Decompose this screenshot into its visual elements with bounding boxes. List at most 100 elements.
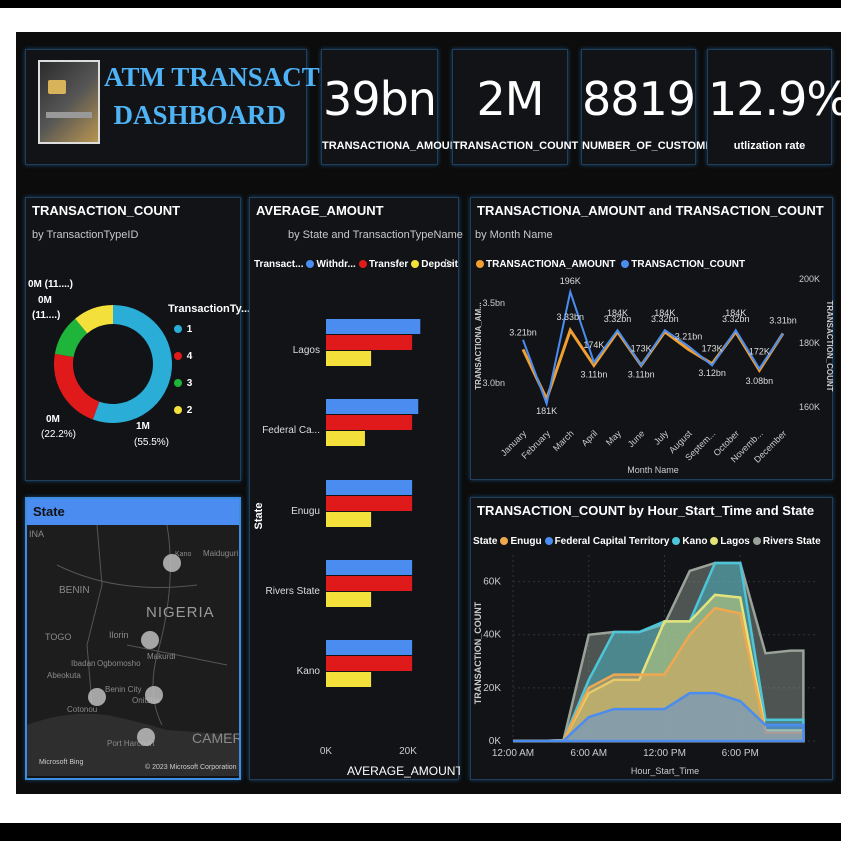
map-place-label: Cotonou: [67, 705, 97, 714]
line-count-data-label: 174K: [583, 340, 604, 350]
area-x-label: Hour_Start_Time: [631, 766, 699, 776]
donut-legend-title: TransactionTy...: [168, 303, 251, 315]
line-count-data-label: 172K: [749, 347, 770, 357]
line-amount-data-label: 3.31bn: [769, 315, 797, 325]
bar-enugu-2[interactable]: [326, 512, 372, 527]
line-amount-data-label: 3.08bn: [746, 376, 774, 386]
line-x-tick: June: [626, 428, 647, 449]
bar-lagos-0[interactable]: [326, 319, 421, 334]
donut-chart-panel[interactable]: TRANSACTION_COUNT by TransactionTypeID 0…: [25, 197, 250, 481]
donut-legend-label: 1: [184, 324, 193, 335]
map-title: State: [33, 504, 65, 519]
map-view[interactable]: INA BENIN TOGO Ilorin Ibadan Ogbomosho Abeokut…: [27, 525, 239, 776]
donut-label-bottom-right-a: 1M: [136, 421, 150, 432]
map-attribution-right: © 2023 Microsoft Corporation: [145, 763, 237, 771]
bar-federal-ca--0[interactable]: [326, 399, 419, 414]
bar-category-label: Lagos: [293, 345, 320, 356]
map-place-label: Ilorin: [109, 630, 129, 640]
bar-category-label: Kano: [297, 666, 321, 677]
donut-legend-item[interactable]: 1: [171, 324, 192, 351]
bar-rivers-state-0[interactable]: [326, 560, 413, 575]
kpi-card-count[interactable]: 2M TRANSACTION_COUNT: [452, 49, 579, 165]
kpi-card-amount[interactable]: 39bn TRANSACTIONA_AMOUNT: [321, 49, 465, 165]
map-bubble-lagos: [88, 688, 106, 706]
kpi-value: 39bn: [323, 72, 437, 126]
map-bubble-rivers: [137, 728, 155, 746]
kpi-card-customers[interactable]: 8819 NUMBER_OF_CUSTOMERS: [581, 49, 728, 165]
donut-legend: 1 4 3 2: [171, 324, 192, 432]
bar-rivers-state-2[interactable]: [326, 592, 372, 607]
line-count-data-label: 196K: [560, 276, 581, 286]
bar-federal-ca--1[interactable]: [326, 415, 413, 430]
area-x-tick: 12:00 AM: [492, 748, 534, 759]
line-amount-data-label: 3.21bn: [675, 331, 703, 341]
line-count-data-label: 181K: [536, 406, 557, 416]
bar-kano-1[interactable]: [326, 656, 413, 671]
bar-chart-panel[interactable]: AVERAGE_AMOUNT by State and TransactionT…: [249, 197, 463, 780]
bar-lagos-2[interactable]: [326, 351, 372, 366]
map-place-label: Maiduguri: [203, 549, 238, 558]
legend-dot: [174, 352, 182, 360]
area-y-tick: 20K: [483, 683, 501, 694]
donut-label-bottom-right-b: (55.5%): [134, 437, 169, 448]
kpi-label: NUMBER_OF_CUSTOMERS: [582, 140, 728, 152]
kpi-label: TRANSACTION_COUNT: [453, 140, 579, 152]
bar-kano-2[interactable]: [326, 672, 372, 687]
kpi-card-utilization[interactable]: 12.9% utlization rate: [707, 49, 841, 165]
bar-enugu-1[interactable]: [326, 496, 413, 511]
line-left-tick: 3.5bn: [482, 298, 505, 308]
area-y-label: TRANSACTION_COUNT: [473, 601, 483, 704]
line-chart: 3.5bn 3.0bn 200K 180K 160K TRANSACTIONA_AM...…: [474, 274, 834, 475]
map-bubble-kano: [163, 554, 181, 572]
bar-y-label: State: [253, 503, 265, 530]
map-place-label: Abeokuta: [47, 671, 81, 680]
kpi-value: 8819: [582, 72, 696, 126]
bar-category-label: Rivers State: [266, 586, 321, 597]
line-x-label: Month Name: [627, 465, 679, 475]
line-left-tick: 3.0bn: [482, 378, 505, 388]
bar-lagos-1[interactable]: [326, 335, 413, 350]
map-place-label: Benin City: [105, 685, 141, 694]
map-panel[interactable]: State INA BENIN TOGO Ilorin Ibadan Ogbomosho A…: [25, 497, 241, 780]
area-x-tick: 6:00 PM: [722, 748, 759, 759]
bar-federal-ca--2[interactable]: [326, 431, 365, 446]
line-count-data-label: 184K: [654, 308, 675, 318]
bar-x-tick: 0K: [320, 746, 333, 757]
map-country-label: NIGERIA: [146, 604, 215, 621]
line-right-tick: 180K: [799, 338, 820, 348]
map-attribution-left: Microsoft Bing: [39, 759, 83, 766]
bar-enugu-0[interactable]: [326, 480, 413, 495]
atm-card-image: [38, 60, 100, 144]
donut-label-bottom-left-b: (22.2%): [41, 429, 76, 440]
line-count-data-label: 184K: [725, 308, 746, 318]
donut-legend-item[interactable]: 3: [171, 378, 192, 405]
area-chart-panel[interactable]: TRANSACTION_COUNT by Hour_Start_Time and…: [470, 497, 833, 780]
donut-legend-item[interactable]: 4: [171, 351, 192, 378]
donut-chart: 0M (11....) 0M (11....) 0M (22.2%) 1M (5…: [28, 279, 172, 448]
donut-slice-4[interactable]: [53, 353, 100, 420]
map-place-label: INA: [29, 529, 44, 539]
line-series-amount[interactable]: [521, 326, 785, 403]
kpi-label: TRANSACTIONA_AMOUNT: [322, 140, 465, 152]
line-x-tick: July: [652, 428, 671, 447]
donut-legend-item[interactable]: 2: [171, 405, 192, 432]
donut-label-left-b: (11....): [32, 310, 60, 321]
donut-label-bottom-left-a: 0M: [46, 414, 60, 425]
donut-label-top: 0M (11....): [28, 279, 73, 290]
legend-dot: [174, 406, 182, 414]
area-y-tick: 0K: [489, 736, 502, 747]
donut-legend-label: 4: [184, 351, 193, 362]
line-chart-panel[interactable]: TRANSACTIONA_AMOUNT and TRANSACTION_COUN…: [470, 197, 834, 480]
bar-category-label: Federal Ca...: [262, 425, 320, 436]
bar-x-tick: 20K: [399, 746, 417, 757]
map-place-label: TOGO: [45, 632, 71, 642]
bar-kano-0[interactable]: [326, 640, 413, 655]
line-x-tick: April: [580, 428, 600, 448]
line-right-axis-label: TRANSACTION_COUNT: [825, 300, 834, 391]
map-place-label: Makurdi: [147, 652, 176, 661]
map-place-label: BENIN: [59, 585, 90, 596]
map-place-label: Ibadan: [71, 659, 95, 668]
bar-rivers-state-1[interactable]: [326, 576, 413, 591]
line-count-data-label: 173K: [631, 343, 652, 353]
line-right-tick: 160K: [799, 402, 820, 412]
